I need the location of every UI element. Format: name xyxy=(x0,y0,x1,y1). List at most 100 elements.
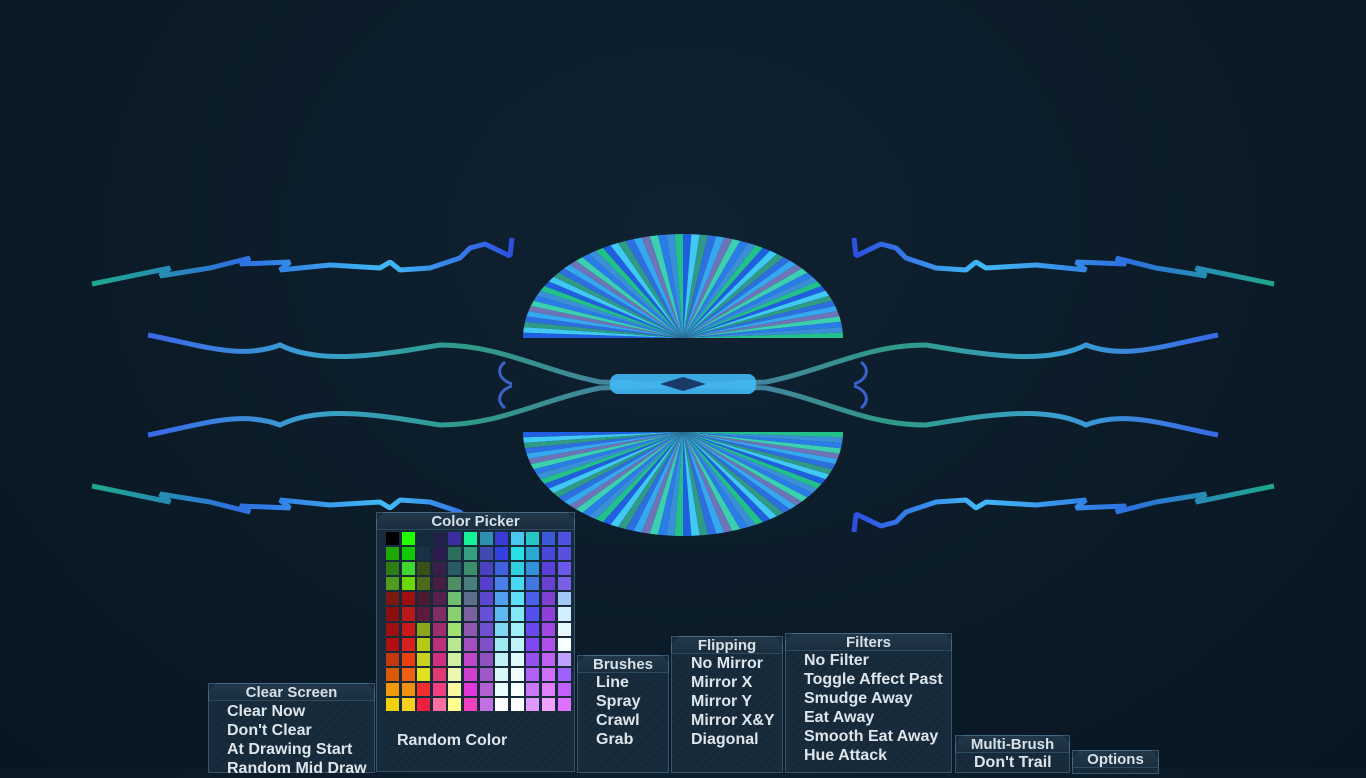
color-swatch[interactable] xyxy=(557,577,571,591)
mirror-y-button[interactable]: Mirror Y xyxy=(691,692,752,711)
color-swatch[interactable] xyxy=(448,592,462,606)
brush-spray-button[interactable]: Spray xyxy=(596,692,640,711)
color-swatch[interactable] xyxy=(541,607,555,621)
color-swatch[interactable] xyxy=(510,577,524,591)
color-swatch[interactable] xyxy=(386,652,399,666)
color-swatch[interactable] xyxy=(557,547,571,561)
color-swatch[interactable] xyxy=(495,637,509,651)
options-title[interactable]: Options xyxy=(1072,750,1159,768)
at-drawing-start-button[interactable]: At Drawing Start xyxy=(227,740,352,759)
color-swatch[interactable] xyxy=(448,562,462,576)
color-swatch[interactable] xyxy=(448,652,462,666)
color-swatch[interactable] xyxy=(386,637,399,651)
clear-now-button[interactable]: Clear Now xyxy=(227,702,305,721)
color-swatch[interactable] xyxy=(386,547,399,561)
color-swatch[interactable] xyxy=(463,562,477,576)
color-swatch[interactable] xyxy=(448,637,462,651)
color-swatch[interactable] xyxy=(495,532,509,546)
color-swatch[interactable] xyxy=(463,532,477,546)
color-swatch[interactable] xyxy=(463,592,477,606)
mirror-x-button[interactable]: Mirror X xyxy=(691,673,752,692)
color-swatch[interactable] xyxy=(557,698,571,712)
options-panel[interactable]: Options xyxy=(1072,750,1159,774)
color-swatch[interactable] xyxy=(432,547,446,561)
color-swatch[interactable] xyxy=(526,682,540,697)
color-swatch[interactable] xyxy=(463,652,477,666)
color-swatch[interactable] xyxy=(495,607,509,621)
color-swatch[interactable] xyxy=(541,682,555,697)
color-swatch[interactable] xyxy=(479,532,493,546)
color-swatch[interactable] xyxy=(541,622,555,636)
color-swatch[interactable] xyxy=(495,698,509,712)
color-swatch[interactable] xyxy=(495,667,509,681)
color-swatch[interactable] xyxy=(557,682,571,697)
color-swatch[interactable] xyxy=(463,682,477,697)
color-swatch[interactable] xyxy=(432,532,446,546)
color-swatch[interactable] xyxy=(510,682,524,697)
dont-clear-button[interactable]: Don't Clear xyxy=(227,721,312,740)
color-swatch[interactable] xyxy=(432,652,446,666)
color-swatch[interactable] xyxy=(417,607,431,621)
color-swatch[interactable] xyxy=(526,607,540,621)
color-swatch[interactable] xyxy=(495,682,509,697)
color-swatch[interactable] xyxy=(479,698,493,712)
color-swatch[interactable] xyxy=(463,577,477,591)
color-swatch[interactable] xyxy=(417,592,431,606)
color-swatch[interactable] xyxy=(541,652,555,666)
color-swatch[interactable] xyxy=(463,637,477,651)
color-swatch[interactable] xyxy=(432,637,446,651)
color-swatch[interactable] xyxy=(401,577,415,591)
no-mirror-button[interactable]: No Mirror xyxy=(691,654,763,673)
color-swatch[interactable] xyxy=(463,698,477,712)
color-swatch[interactable] xyxy=(541,637,555,651)
color-swatch[interactable] xyxy=(401,667,415,681)
color-swatch[interactable] xyxy=(448,577,462,591)
color-swatch[interactable] xyxy=(386,667,399,681)
color-swatch[interactable] xyxy=(557,652,571,666)
color-swatch[interactable] xyxy=(417,577,431,591)
color-swatch[interactable] xyxy=(526,622,540,636)
toggle-affect-past-button[interactable]: Toggle Affect Past xyxy=(804,670,943,689)
color-swatch[interactable] xyxy=(526,698,540,712)
color-swatch[interactable] xyxy=(479,607,493,621)
color-swatch[interactable] xyxy=(479,682,493,697)
color-swatch[interactable] xyxy=(417,562,431,576)
random-mid-draw-button[interactable]: Random Mid Draw xyxy=(227,759,367,778)
color-swatch[interactable] xyxy=(463,607,477,621)
color-swatch[interactable] xyxy=(401,682,415,697)
color-swatch[interactable] xyxy=(417,532,431,546)
color-swatch[interactable] xyxy=(526,667,540,681)
color-swatch[interactable] xyxy=(526,652,540,666)
color-swatch[interactable] xyxy=(463,667,477,681)
color-swatch[interactable] xyxy=(479,562,493,576)
color-swatch[interactable] xyxy=(386,592,399,606)
color-swatch[interactable] xyxy=(463,547,477,561)
color-swatch[interactable] xyxy=(510,667,524,681)
color-swatch[interactable] xyxy=(526,577,540,591)
dont-trail-button[interactable]: Don't Trail xyxy=(974,753,1052,772)
color-swatch[interactable] xyxy=(417,682,431,697)
color-swatch[interactable] xyxy=(401,562,415,576)
color-swatch[interactable] xyxy=(557,532,571,546)
color-swatch[interactable] xyxy=(557,592,571,606)
color-swatch[interactable] xyxy=(495,562,509,576)
color-swatch[interactable] xyxy=(557,637,571,651)
color-swatch[interactable] xyxy=(495,622,509,636)
color-swatch[interactable] xyxy=(401,698,415,712)
color-swatch[interactable] xyxy=(463,622,477,636)
color-swatch[interactable] xyxy=(541,667,555,681)
color-swatch[interactable] xyxy=(510,607,524,621)
color-swatch[interactable] xyxy=(432,682,446,697)
color-swatch[interactable] xyxy=(417,652,431,666)
color-swatch[interactable] xyxy=(401,547,415,561)
color-swatch[interactable] xyxy=(432,698,446,712)
diagonal-button[interactable]: Diagonal xyxy=(691,730,759,749)
brush-crawl-button[interactable]: Crawl xyxy=(596,711,640,730)
hue-attack-button[interactable]: Hue Attack xyxy=(804,746,887,765)
color-swatch[interactable] xyxy=(432,592,446,606)
color-swatch[interactable] xyxy=(386,562,399,576)
color-swatch[interactable] xyxy=(541,562,555,576)
color-swatch[interactable] xyxy=(417,667,431,681)
color-swatch[interactable] xyxy=(526,562,540,576)
color-swatch[interactable] xyxy=(432,622,446,636)
